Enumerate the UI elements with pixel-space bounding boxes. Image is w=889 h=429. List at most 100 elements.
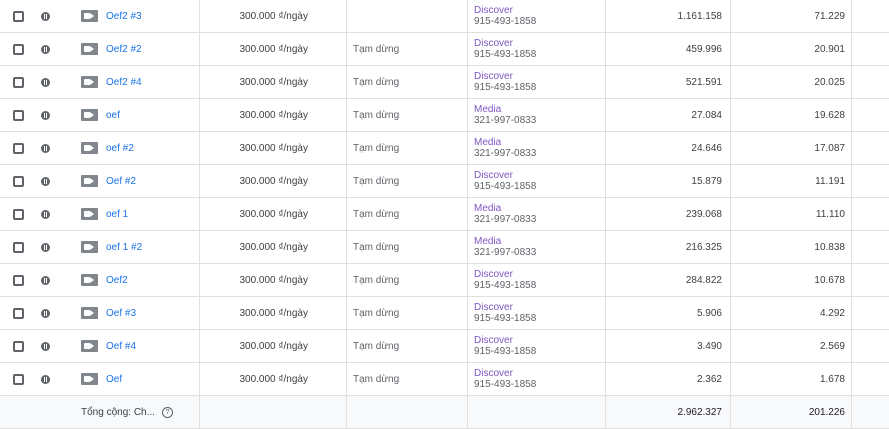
metric-1-value: 15.879 (691, 175, 722, 187)
checkbox-icon[interactable] (13, 109, 24, 121)
campaign-name-link[interactable]: Oef2 #4 (106, 66, 196, 98)
status-text: Tạm dừng (353, 373, 400, 385)
budget-value[interactable]: 300.000 ₫/ngày (200, 363, 308, 395)
pause-circle-icon[interactable] (41, 143, 50, 153)
row-checkbox[interactable] (13, 66, 26, 98)
checkbox-icon[interactable] (13, 373, 24, 385)
campaign-name-link[interactable]: Oef #2 (106, 165, 196, 197)
metric-2-value: 4.292 (819, 307, 845, 319)
status-toggle[interactable] (41, 165, 53, 197)
budget-value[interactable]: 300.000 ₫/ngày (200, 231, 308, 263)
campaign-type-icon-cell (81, 165, 98, 197)
campaign-name-link[interactable]: oef 1 (106, 198, 196, 230)
status-toggle[interactable] (41, 231, 53, 263)
budget-value[interactable]: 300.000 ₫/ngày (200, 66, 308, 98)
status-toggle[interactable] (41, 99, 53, 131)
account-id: 321-997-0833 (474, 148, 537, 159)
budget-value[interactable]: 300.000 ₫/ngày (200, 165, 308, 197)
budget-value[interactable]: 300.000 ₫/ngày (200, 0, 308, 32)
budget-value[interactable]: 300.000 ₫/ngày (200, 264, 308, 296)
campaign-name-link[interactable]: Oef (106, 363, 196, 395)
status-toggle[interactable] (41, 330, 53, 362)
campaign-name-link[interactable]: Oef #3 (106, 297, 196, 329)
status-toggle[interactable] (41, 0, 53, 32)
status-toggle[interactable] (41, 66, 53, 98)
row-checkbox[interactable] (13, 165, 26, 197)
checkbox-icon[interactable] (13, 274, 24, 286)
status-toggle[interactable] (41, 198, 53, 230)
checkbox-icon[interactable] (13, 241, 24, 253)
video-camera-icon (81, 142, 98, 154)
budget-value[interactable]: 300.000 ₫/ngày (200, 132, 308, 164)
checkbox-icon[interactable] (13, 142, 24, 154)
checkbox-icon[interactable] (13, 43, 24, 55)
row-checkbox[interactable] (13, 198, 26, 230)
campaign-name-link[interactable]: oef (106, 99, 196, 131)
help-circle-icon[interactable]: ? (161, 406, 173, 418)
budget-value[interactable]: 300.000 ₫/ngày (200, 330, 308, 362)
account-id: 915-493-1858 (474, 346, 537, 357)
campaign-name-link[interactable]: oef 1 #2 (106, 231, 196, 263)
row-checkbox[interactable] (13, 264, 26, 296)
pause-circle-icon[interactable] (41, 77, 50, 87)
pause-circle-icon[interactable] (41, 176, 50, 186)
metric-1-value: 3.490 (696, 340, 722, 352)
video-camera-icon (81, 43, 98, 55)
pause-circle-icon[interactable] (41, 44, 50, 54)
campaign-type-label: Media (474, 203, 502, 214)
pause-circle-icon[interactable] (41, 242, 50, 252)
metric-2-value: 1.678 (819, 373, 845, 385)
campaign-name-link[interactable]: Oef2 #3 (106, 0, 196, 32)
pause-circle-icon[interactable] (41, 11, 50, 21)
pause-circle-icon[interactable] (41, 341, 50, 351)
row-checkbox[interactable] (13, 99, 26, 131)
checkbox-icon[interactable] (13, 307, 24, 319)
table-row: Oef2 #2 300.000 ₫/ngày Tạm dừng Discover… (0, 33, 889, 66)
row-checkbox[interactable] (13, 0, 26, 32)
pause-circle-icon[interactable] (41, 374, 50, 384)
budget-value[interactable]: 300.000 ₫/ngày (200, 198, 308, 230)
campaign-name-link[interactable]: oef #2 (106, 132, 196, 164)
campaign-type-icon-cell (81, 132, 98, 164)
table-row: oef 1 #2 300.000 ₫/ngày Tạm dừng Media 3… (0, 231, 889, 264)
pause-circle-icon[interactable] (41, 308, 50, 318)
pause-circle-icon[interactable] (41, 110, 50, 120)
status-toggle[interactable] (41, 297, 53, 329)
account-id: 321-997-0833 (474, 214, 537, 225)
pause-circle-icon[interactable] (41, 275, 50, 285)
status-text: Tạm dừng (353, 307, 400, 319)
status-text: Tạm dừng (353, 175, 400, 187)
table-row: Oef2 #3 300.000 ₫/ngày Discover 915-493-… (0, 0, 889, 33)
account-id: 915-493-1858 (474, 379, 537, 390)
checkbox-icon[interactable] (13, 175, 24, 187)
pause-circle-icon[interactable] (41, 209, 50, 219)
row-checkbox[interactable] (13, 297, 26, 329)
budget-value[interactable]: 300.000 ₫/ngày (200, 99, 308, 131)
row-checkbox[interactable] (13, 330, 26, 362)
metric-1-value: 284.822 (685, 274, 722, 286)
campaign-name-link[interactable]: Oef2 (106, 264, 196, 296)
status-toggle[interactable] (41, 132, 53, 164)
campaign-type-icon-cell (81, 0, 98, 32)
campaign-name-link[interactable]: Oef2 #2 (106, 33, 196, 65)
campaign-name-link[interactable]: Oef #4 (106, 330, 196, 362)
budget-value[interactable]: 300.000 ₫/ngày (200, 297, 308, 329)
row-checkbox[interactable] (13, 132, 26, 164)
row-checkbox[interactable] (13, 231, 26, 263)
checkbox-icon[interactable] (13, 208, 24, 220)
checkbox-icon[interactable] (13, 340, 24, 352)
status-toggle[interactable] (41, 33, 53, 65)
account-id: 915-493-1858 (474, 181, 537, 192)
row-checkbox[interactable] (13, 33, 26, 65)
metric-2-value: 71.229 (814, 10, 845, 22)
account-id: 321-997-0833 (474, 115, 537, 126)
campaign-type-icon-cell (81, 33, 98, 65)
status-toggle[interactable] (41, 264, 53, 296)
budget-value[interactable]: 300.000 ₫/ngày (200, 33, 308, 65)
status-toggle[interactable] (41, 363, 53, 395)
checkbox-icon[interactable] (13, 10, 24, 22)
status-text: Tạm dừng (353, 76, 400, 88)
checkbox-icon[interactable] (13, 76, 24, 88)
campaign-type-label: Discover (474, 5, 513, 16)
row-checkbox[interactable] (13, 363, 26, 395)
